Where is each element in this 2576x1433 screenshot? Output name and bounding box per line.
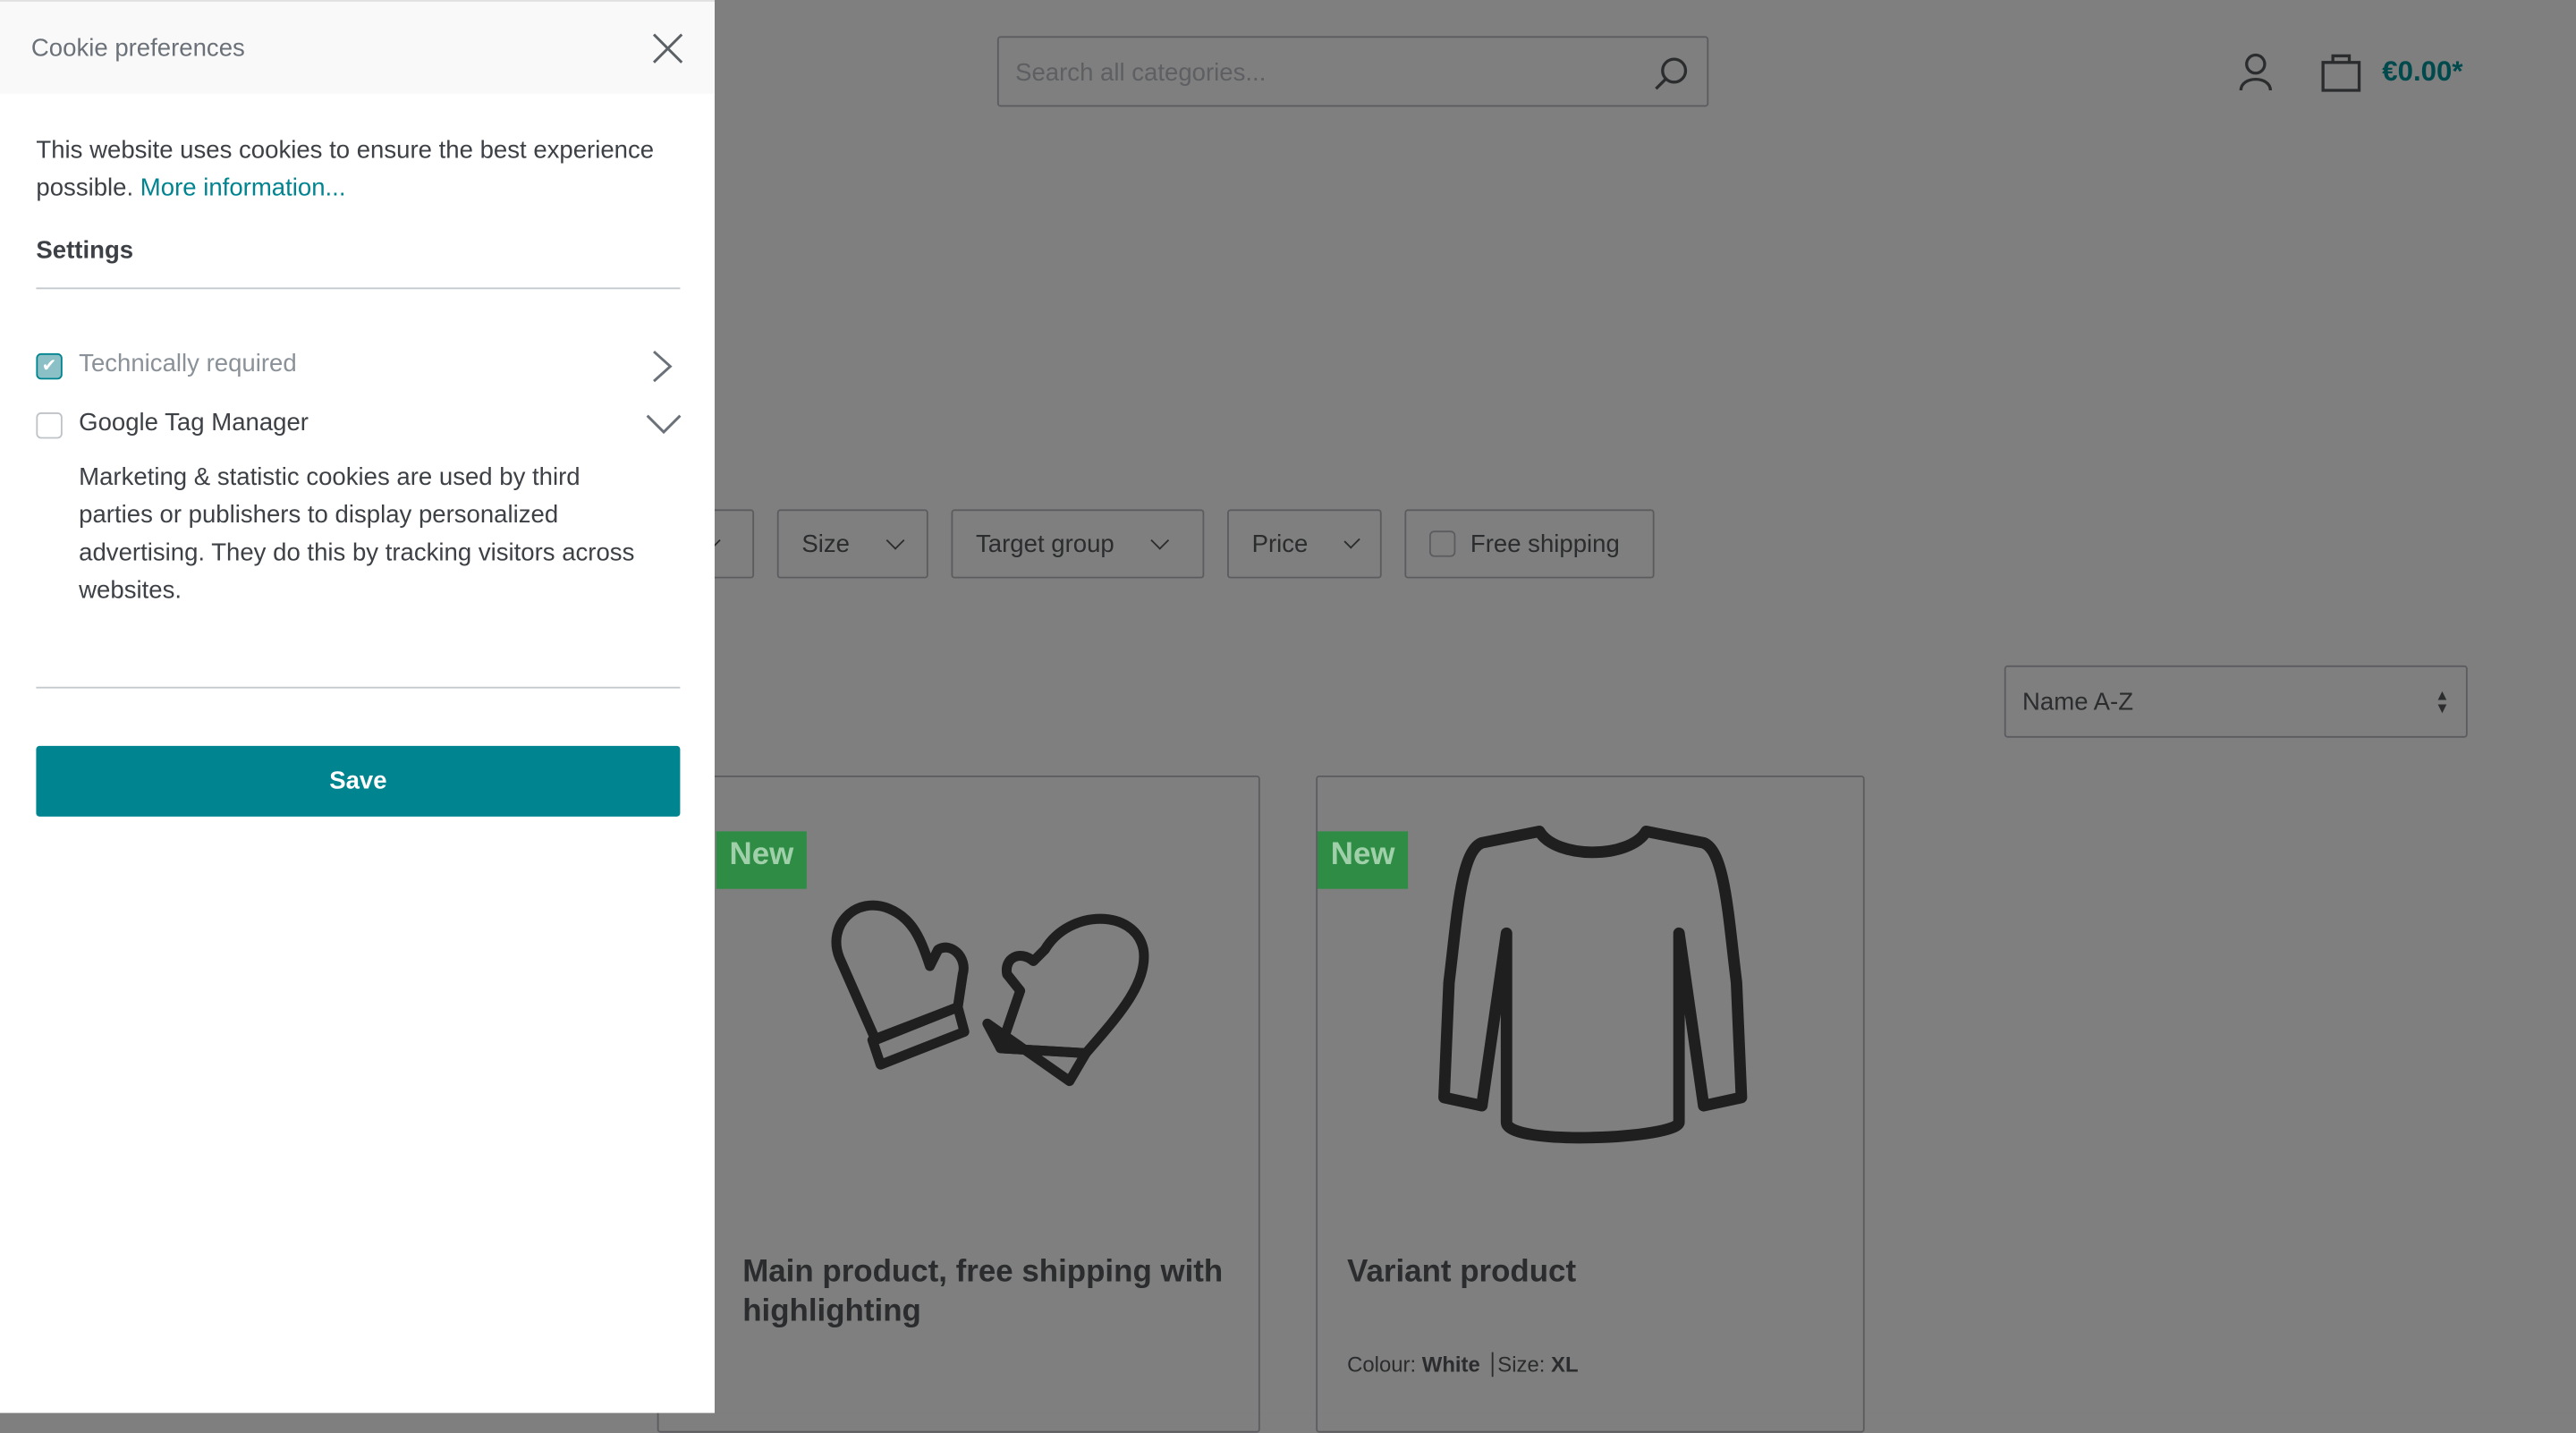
new-badge: New <box>716 831 807 889</box>
more-information-link[interactable]: More information... <box>140 174 346 202</box>
chevron-down-icon <box>1150 530 1170 550</box>
sweater-icon <box>1438 825 1748 1144</box>
panel-header: Cookie preferences <box>0 0 715 94</box>
filter-target-group[interactable]: Target group <box>951 509 1205 579</box>
cookie-preferences-panel: Cookie preferences This website uses coo… <box>0 0 715 1413</box>
chevron-down-icon <box>886 530 905 550</box>
variant-info: Colour: White Size: XL <box>1347 1352 1579 1378</box>
new-badge: New <box>1318 831 1409 889</box>
product-card[interactable]: New Main product, free shipping with hig… <box>657 775 1260 1433</box>
panel-title: Cookie preferences <box>30 34 245 63</box>
option-label: Google Tag Manager <box>79 409 309 437</box>
google-tag-manager-checkbox[interactable] <box>36 412 63 439</box>
size-value: XL <box>1551 1352 1579 1378</box>
search-placeholder: Search all categories... <box>1015 59 1267 88</box>
sort-arrows-icon: ▲ ▼ <box>2435 686 2450 716</box>
filter-label: Target group <box>976 530 1114 558</box>
close-icon[interactable] <box>652 33 683 64</box>
filter-price[interactable]: Price <box>1227 509 1382 579</box>
divider <box>36 287 681 290</box>
product-title[interactable]: Main product, free shipping with highlig… <box>742 1253 1235 1332</box>
option-description: Marketing & statistic cookies are used b… <box>79 462 635 605</box>
filter-free-shipping[interactable]: Free shipping <box>1404 509 1655 579</box>
divider <box>36 686 681 689</box>
save-button[interactable]: Save <box>36 745 681 817</box>
size-label: Size: <box>1497 1352 1546 1378</box>
free-shipping-checkbox[interactable] <box>1428 530 1456 557</box>
chevron-right-icon[interactable] <box>650 348 674 384</box>
filter-label: Free shipping <box>1470 530 1620 558</box>
sort-value: Name A-Z <box>2022 687 2134 716</box>
filter-label: Size <box>801 530 850 558</box>
product-title[interactable]: Variant product <box>1347 1253 1576 1293</box>
divider <box>1490 1352 1493 1378</box>
search-input[interactable]: Search all categories... <box>996 36 1709 107</box>
account-icon[interactable] <box>2238 53 2274 92</box>
sort-select[interactable]: Name A-Z ▲ ▼ <box>2004 665 2468 738</box>
settings-heading: Settings <box>36 236 134 265</box>
search-icon[interactable] <box>1653 55 1689 91</box>
cookie-intro: This website uses cookies to ensure the … <box>36 131 660 207</box>
filter-label: Price <box>1251 530 1309 558</box>
cart-total[interactable]: €0.00* <box>2382 55 2462 89</box>
filter-size[interactable]: Size <box>776 509 928 579</box>
colour-label: Colour: <box>1347 1352 1417 1378</box>
chevron-down-icon <box>1343 532 1360 549</box>
colour-value: White <box>1421 1352 1480 1378</box>
technically-required-checkbox[interactable]: ✔ <box>36 352 63 380</box>
product-card[interactable]: New Variant product Colour: White Size: … <box>1316 775 1865 1433</box>
cart-icon[interactable] <box>2319 51 2362 94</box>
chevron-down-icon[interactable] <box>644 412 683 436</box>
mittens-icon <box>831 900 1149 1087</box>
option-label: Technically required <box>79 350 297 378</box>
